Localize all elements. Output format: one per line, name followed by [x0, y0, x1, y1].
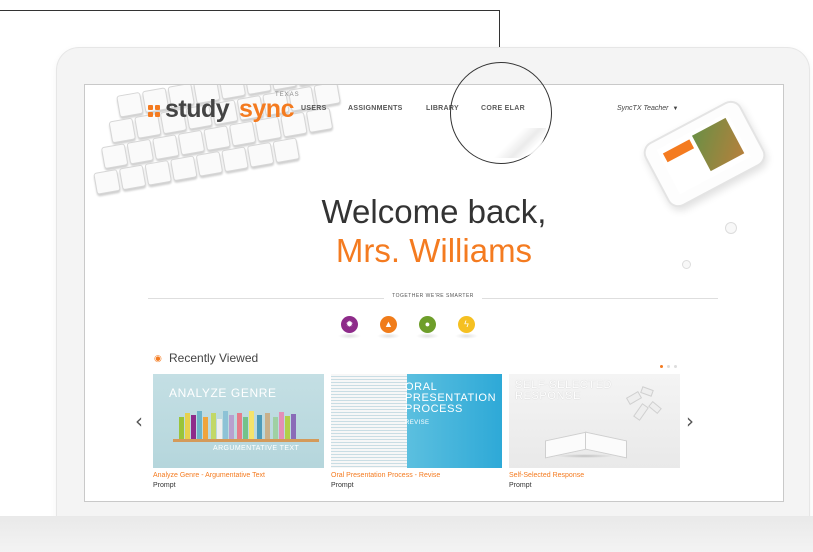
- keyboard-key: [126, 138, 154, 165]
- phone-screen: [656, 112, 751, 195]
- lightning-icon[interactable]: ϟ: [455, 316, 478, 339]
- keyboard-key: [228, 120, 257, 147]
- logo-mark-icon: [148, 105, 162, 119]
- content-card-analyze-genre[interactable]: ANALYZE GENRE ARGUMENTATIVE TEXT Analyze…: [153, 374, 324, 489]
- carousel-dot[interactable]: [667, 365, 670, 368]
- recently-viewed-title: Recently Viewed: [169, 351, 259, 365]
- keyboard-key: [144, 159, 172, 186]
- keyboard-key: [221, 146, 249, 173]
- card-thumbnail: SELF-SELECTED RESPONSE: [509, 374, 680, 468]
- tagline-row: TOGETHER WE'RE SMARTER: [148, 293, 718, 303]
- open-book-image: [545, 431, 627, 459]
- nav-users[interactable]: USERS: [301, 105, 327, 112]
- keyboard-key: [177, 129, 206, 156]
- card-image-subtitle: ARGUMENTATIVE TEXT: [213, 445, 300, 452]
- book-shelf: [173, 409, 323, 439]
- callout-line-horizontal: [0, 10, 500, 11]
- tagline: TOGETHER WE'RE SMARTER: [148, 293, 718, 299]
- carousel-pagination[interactable]: [660, 355, 681, 373]
- paper-stack: [331, 374, 407, 468]
- tagline-text: TOGETHER WE'RE SMARTER: [384, 293, 482, 299]
- card-title[interactable]: Self-Selected Response: [509, 472, 584, 479]
- welcome-heading: Welcome back,: [321, 193, 547, 230]
- bell-icon[interactable]: ▲: [377, 316, 400, 339]
- keyboard-key: [100, 143, 129, 170]
- card-title[interactable]: Analyze Genre - Argumentative Text: [153, 472, 265, 479]
- keyboard-key: [195, 150, 224, 177]
- shelf: [173, 439, 319, 442]
- keyboard-key: [116, 91, 144, 118]
- logo-study: study: [165, 95, 230, 123]
- content-card-oral-presentation[interactable]: ORAL PRESENTATION PROCESS REVISE Oral Pr…: [331, 374, 502, 489]
- logo-sync: sync: [239, 95, 294, 123]
- card-image-title: ORAL PRESENTATION PROCESS: [405, 381, 497, 415]
- card-type: Prompt: [331, 482, 354, 489]
- user-menu[interactable]: SyncTX Teacher ▼: [617, 105, 678, 112]
- keyboard-key: [272, 137, 300, 164]
- user-menu-label: SyncTX Teacher: [617, 105, 669, 112]
- keyboard-key: [246, 141, 275, 168]
- keyboard-key: [313, 85, 341, 108]
- keyboard-key: [118, 164, 147, 191]
- carousel-dot[interactable]: [660, 365, 663, 368]
- card-image-title: SELF-SELECTED RESPONSE: [515, 379, 613, 402]
- flying-pages: [619, 386, 669, 426]
- chevron-right-icon[interactable]: ›: [686, 409, 694, 433]
- card-image-title: ANALYZE GENRE: [169, 386, 277, 400]
- teacher-name: Mrs. Williams: [335, 232, 533, 269]
- lightbulb-icon[interactable]: ●: [416, 316, 439, 339]
- keyboard-key: [93, 168, 121, 195]
- card-type: Prompt: [153, 482, 176, 489]
- logo-region: TEXAS: [275, 92, 300, 98]
- keyboard-key: [108, 117, 137, 144]
- chevron-left-icon[interactable]: ‹: [135, 409, 143, 433]
- content-card-self-selected[interactable]: SELF-SELECTED RESPONSE Self-Selected Res…: [509, 374, 680, 489]
- card-title[interactable]: Oral Presentation Process - Revise: [331, 472, 440, 479]
- laptop-base: [0, 516, 813, 552]
- phone-screen-header: [662, 139, 695, 163]
- eye-icon: ◉: [154, 353, 162, 363]
- card-thumbnail: ORAL PRESENTATION PROCESS REVISE: [331, 374, 502, 468]
- starburst-icon[interactable]: ✹: [338, 316, 361, 339]
- keyboard-key: [152, 134, 180, 161]
- card-thumbnail: ANALYZE GENRE ARGUMENTATIVE TEXT: [153, 374, 324, 468]
- card-type: Prompt: [509, 482, 532, 489]
- nav-assignments[interactable]: ASSIGNMENTS: [348, 105, 403, 112]
- carousel-dot[interactable]: [674, 365, 677, 368]
- app-screen: study sync TEXAS USERS ASSIGNMENTS LIBRA…: [84, 84, 784, 502]
- keyboard-key: [170, 155, 198, 182]
- keyboard-key: [203, 125, 231, 152]
- phone-screen-photo: [691, 117, 745, 172]
- card-image-subtitle: REVISE: [405, 420, 430, 426]
- caret-down-icon: ▼: [672, 106, 679, 112]
